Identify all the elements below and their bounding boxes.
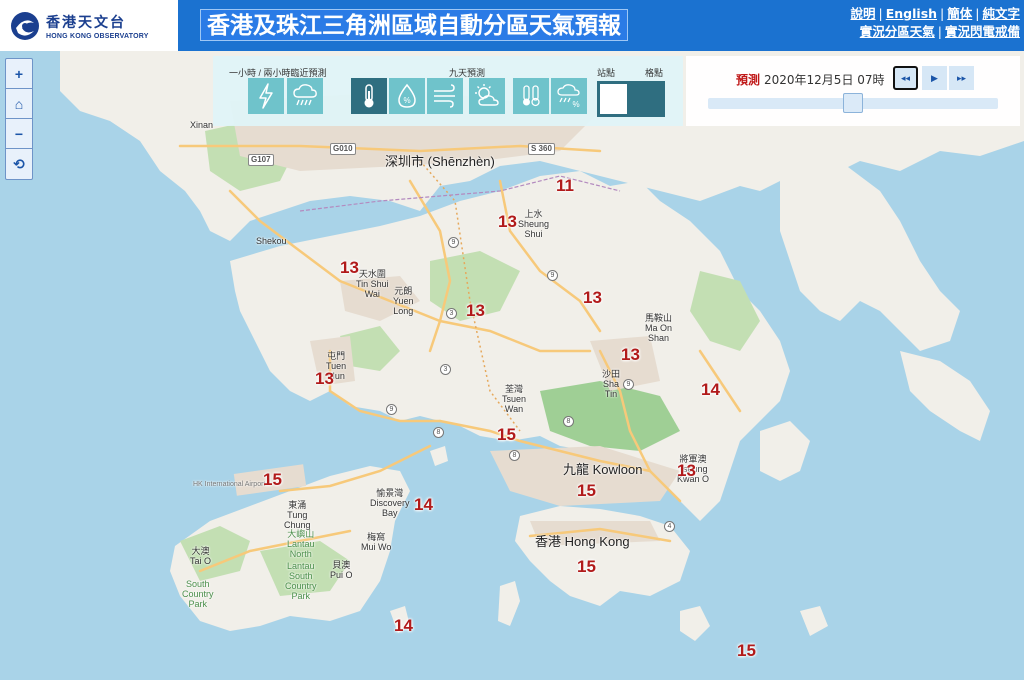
place-xinan: Xinan: [190, 120, 214, 130]
route-number-marker: 8: [509, 450, 520, 461]
place-sha-tin: 沙田 Sha Tin: [602, 369, 621, 399]
grid-label: 格點: [645, 68, 664, 78]
temperature-label[interactable]: 14: [701, 380, 720, 400]
route-number-marker: 3: [440, 364, 451, 375]
route-number-marker: 3: [446, 308, 457, 319]
place-south-country-park: South Country Park: [182, 579, 214, 609]
header-bar: 香港天文台 HONG KONG OBSERVATORY 香港及珠江三角洲區域自動…: [0, 0, 1024, 51]
temperature-label[interactable]: 15: [577, 481, 596, 501]
place-tin-shui-wai: 天水圍 Tin Shui Wai: [356, 269, 389, 299]
forecast-datetime: 2020年12月5日 07時: [764, 73, 885, 87]
place-mui-wo: 梅窩 Mui Wo: [361, 532, 392, 552]
map-basemap: [0, 51, 1024, 680]
forecast-time-panel: 預測 2020年12月5日 07時 ◂◂ ▶ ▸▸: [686, 56, 1020, 126]
place-discovery-bay: 愉景灣 Discovery Bay: [370, 488, 410, 518]
rain-probability-button[interactable]: %: [551, 78, 587, 114]
link-english[interactable]: English: [886, 6, 937, 21]
rainfall-nowcast-button[interactable]: [287, 78, 323, 114]
forecast-label: 預測: [736, 73, 761, 87]
place-shenzhen: 深圳市 (Shēnzhèn): [385, 154, 495, 169]
zoom-out-button[interactable]: −: [6, 119, 32, 149]
temperature-label[interactable]: 13: [340, 258, 359, 278]
sun-cloud-icon: [475, 84, 499, 106]
humidity-icon: %: [398, 83, 416, 108]
wind-icon: [434, 84, 455, 108]
place-shekou: Shekou: [256, 236, 287, 246]
rain-cloud-icon: [293, 84, 317, 106]
thermometer-icon: [364, 84, 374, 108]
weather-icon-product-button[interactable]: [469, 78, 505, 114]
link-simplified-chinese[interactable]: 簡体: [947, 6, 972, 21]
hko-logo-icon: [11, 11, 39, 40]
place-sheung-shui: 上水 Sheung Shui: [518, 209, 550, 239]
station-label: 站點: [597, 68, 616, 78]
place-lantau-north: 大嶼山 Lantau North: [287, 529, 315, 559]
lightning-product-button[interactable]: [248, 78, 284, 114]
rain-probability-icon: %: [557, 84, 580, 109]
route-number-marker: 8: [433, 427, 444, 438]
max-min-temperature-button[interactable]: [513, 78, 549, 114]
route-number-marker: 9: [547, 270, 558, 281]
product-selector-panel: 一小時 / 兩小時臨近預測 九天預測 站點 格點 % %: [213, 56, 683, 126]
place-yuen-long: 元朗 Yuen Long: [393, 286, 414, 316]
temperature-label[interactable]: 13: [466, 301, 485, 321]
zoom-in-button[interactable]: +: [6, 59, 32, 89]
place-hong-kong: 香港 Hong Kong: [535, 534, 630, 549]
place-pui-o: 貝澳 Pui O: [330, 560, 353, 580]
road-badge-g107: G107: [248, 154, 274, 166]
play-button[interactable]: ▶: [922, 66, 947, 90]
place-airport: HK International Airport: [193, 481, 266, 488]
humidity-product-button[interactable]: %: [389, 78, 425, 114]
route-number-marker: 9: [448, 237, 459, 248]
temperature-label[interactable]: 14: [414, 495, 433, 515]
link-regional-weather[interactable]: 實況分區天氣: [860, 24, 935, 39]
station-grid-toggle[interactable]: [597, 81, 665, 117]
route-number-marker: 4: [664, 521, 675, 532]
logo-english-name: HONG KONG OBSERVATORY: [46, 32, 149, 40]
place-kowloon: 九龍 Kowloon: [563, 462, 643, 477]
temperature-product-button[interactable]: [351, 78, 387, 114]
place-tai-o: 大澳 Tai O: [190, 546, 212, 566]
place-tung-chung: 東涌 Tung Chung: [284, 500, 311, 530]
link-lightning-alert[interactable]: 實況閃電戒備: [945, 24, 1020, 39]
hko-logo[interactable]: 香港天文台 HONG KONG OBSERVATORY: [0, 0, 178, 51]
temperature-label[interactable]: 13: [677, 461, 696, 481]
reset-rotation-button[interactable]: ⟲: [6, 149, 32, 179]
header-links: 說明 | English | 簡体 | 純文字 實況分區天氣 | 實況閃電戒備: [850, 6, 1021, 39]
temperature-label[interactable]: 15: [577, 557, 596, 577]
place-lantau-south: Lantau South Country Park: [285, 561, 317, 601]
max-min-temperature-icon: [523, 85, 540, 107]
temperature-label[interactable]: 13: [315, 369, 334, 389]
logo-chinese-name: 香港天文台: [46, 14, 126, 31]
temperature-label[interactable]: 15: [263, 470, 282, 490]
step-forward-button[interactable]: ▸▸: [949, 66, 974, 90]
temperature-label[interactable]: 15: [737, 641, 756, 661]
step-back-button[interactable]: ◂◂: [893, 66, 918, 90]
place-tsuen-wan: 荃灣 Tsuen Wan: [502, 384, 527, 414]
link-text-only[interactable]: 純文字: [982, 6, 1020, 21]
toggle-knob: [600, 84, 627, 114]
road-badge-s360: S 360: [528, 143, 555, 155]
temperature-label[interactable]: 13: [583, 288, 602, 308]
temperature-label[interactable]: 13: [621, 345, 640, 365]
route-number-marker: 8: [563, 416, 574, 427]
route-number-marker: 9: [623, 379, 634, 390]
temperature-label[interactable]: 14: [394, 616, 413, 636]
svg-text:%: %: [572, 100, 579, 109]
place-ma-on-shan: 馬鞍山 Ma On Shan: [645, 313, 673, 343]
home-view-button[interactable]: ⌂: [6, 89, 32, 119]
map-zoom-controls: + ⌂ − ⟲: [5, 58, 33, 180]
route-number-marker: 9: [386, 404, 397, 415]
link-help[interactable]: 說明: [851, 6, 876, 21]
temperature-label[interactable]: 11: [556, 176, 574, 196]
page-title: 香港及珠江三角洲區域自動分區天氣預報: [200, 9, 628, 41]
svg-text:%: %: [403, 96, 410, 105]
time-slider-handle[interactable]: [843, 93, 863, 113]
temperature-label[interactable]: 15: [497, 425, 516, 445]
temperature-label[interactable]: 13: [498, 212, 517, 232]
road-badge-g010: G010: [330, 143, 356, 155]
wind-product-button[interactable]: [427, 78, 463, 114]
lightning-icon: [259, 83, 273, 109]
map-canvas[interactable]: G107 G010 S 360 9 9 3 3 9 9 8 8 8 4 Xina…: [0, 51, 1024, 680]
